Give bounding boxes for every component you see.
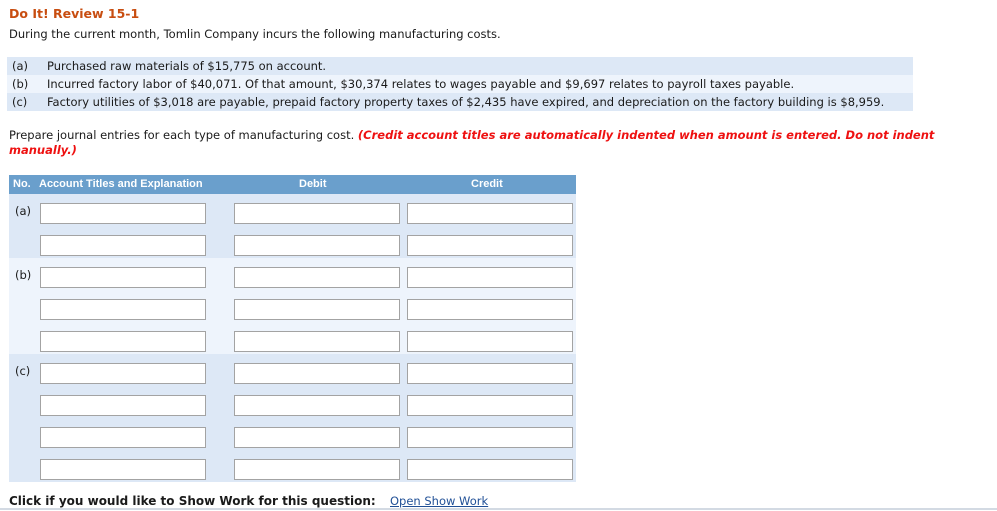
instructions-text: Prepare journal entries for each type of… (9, 128, 358, 142)
table-row (9, 290, 576, 322)
entry-group-b: (b) (9, 258, 576, 354)
table-row (9, 386, 576, 418)
account-title-input[interactable] (40, 363, 206, 384)
problem-text: Purchased raw materials of $15,775 on ac… (47, 59, 327, 73)
account-title-input[interactable] (40, 331, 206, 352)
account-title-input[interactable] (40, 267, 206, 288)
problem-label: (b) (12, 77, 29, 91)
header-debit: Debit (299, 178, 327, 190)
account-title-input[interactable] (40, 235, 206, 256)
credit-input[interactable] (407, 363, 573, 384)
table-row: (a) (9, 194, 576, 226)
problem-item-c: (c) Factory utilities of $3,018 are paya… (7, 93, 913, 111)
credit-input[interactable] (407, 267, 573, 288)
credit-input[interactable] (407, 203, 573, 224)
show-work-prompt: Click if you would like to Show Work for… (9, 494, 376, 508)
problem-item-b: (b) Incurred factory labor of $40,071. O… (7, 75, 913, 93)
problem-item-a: (a) Purchased raw materials of $15,775 o… (7, 57, 913, 75)
table-row (9, 322, 576, 354)
account-title-input[interactable] (40, 299, 206, 320)
entry-group-a: (a) (9, 194, 576, 258)
instructions: Prepare journal entries for each type of… (9, 128, 979, 158)
problem-list: (a) Purchased raw materials of $15,775 o… (7, 57, 913, 111)
debit-input[interactable] (234, 459, 400, 480)
entry-label: (c) (15, 364, 31, 378)
open-show-work-link[interactable]: Open Show Work (390, 494, 488, 508)
credit-input[interactable] (407, 395, 573, 416)
journal-entry-table: No. Account Titles and Explanation Debit… (9, 175, 576, 482)
table-row (9, 418, 576, 450)
entry-group-c: (c) (9, 354, 576, 482)
account-title-input[interactable] (40, 427, 206, 448)
credit-input[interactable] (407, 331, 573, 352)
table-row (9, 450, 576, 482)
page-title: Do It! Review 15-1 (9, 6, 140, 21)
problem-text: Factory utilities of $3,018 are payable,… (47, 95, 885, 109)
credit-input[interactable] (407, 299, 573, 320)
debit-input[interactable] (234, 267, 400, 288)
credit-input[interactable] (407, 459, 573, 480)
debit-input[interactable] (234, 235, 400, 256)
table-header: No. Account Titles and Explanation Debit… (9, 175, 576, 194)
problem-label: (a) (12, 59, 29, 73)
show-work-section: Click if you would like to Show Work for… (9, 494, 488, 508)
table-row (9, 226, 576, 258)
header-credit: Credit (471, 178, 503, 190)
header-account: Account Titles and Explanation (39, 178, 203, 190)
problem-label: (c) (12, 95, 28, 109)
debit-input[interactable] (234, 203, 400, 224)
credit-input[interactable] (407, 427, 573, 448)
account-title-input[interactable] (40, 203, 206, 224)
debit-input[interactable] (234, 427, 400, 448)
problem-text: Incurred factory labor of $40,071. Of th… (47, 77, 795, 91)
debit-input[interactable] (234, 331, 400, 352)
account-title-input[interactable] (40, 459, 206, 480)
problem-intro: During the current month, Tomlin Company… (9, 27, 501, 41)
divider (0, 508, 997, 510)
debit-input[interactable] (234, 299, 400, 320)
credit-input[interactable] (407, 235, 573, 256)
entry-label: (b) (15, 268, 32, 282)
table-row: (b) (9, 258, 576, 290)
account-title-input[interactable] (40, 395, 206, 416)
debit-input[interactable] (234, 395, 400, 416)
entry-label: (a) (15, 204, 32, 218)
debit-input[interactable] (234, 363, 400, 384)
table-row: (c) (9, 354, 576, 386)
header-no: No. (13, 178, 31, 190)
